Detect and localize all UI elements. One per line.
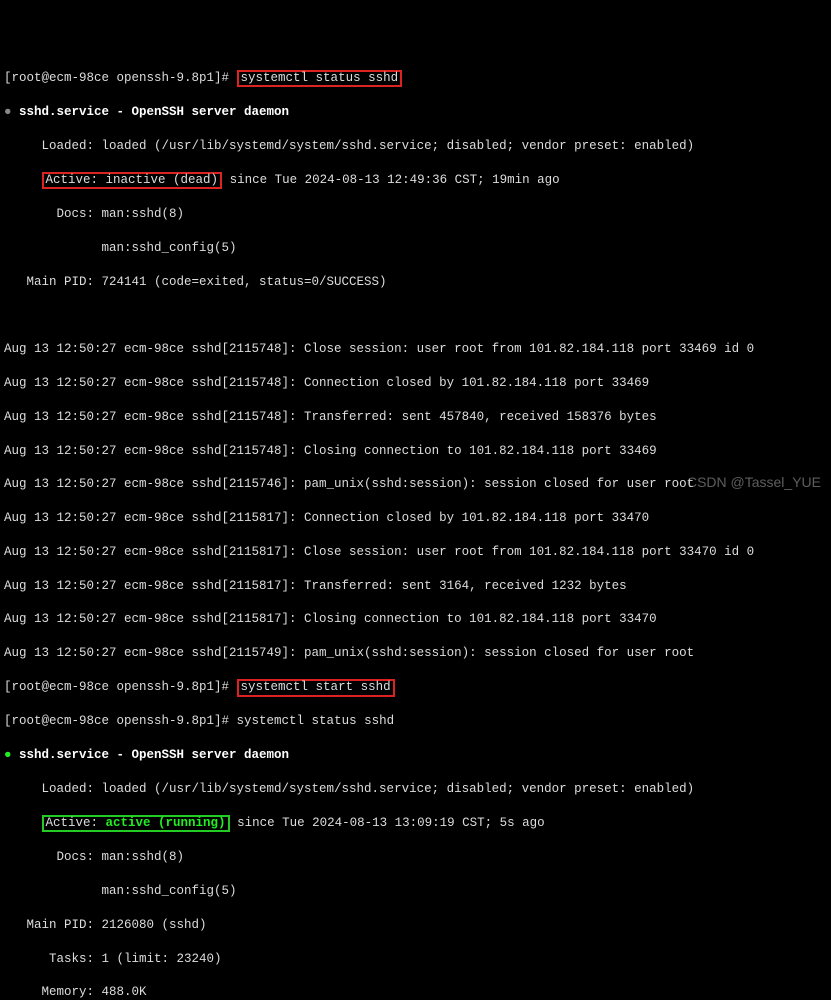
bullet-icon: ● xyxy=(4,105,19,119)
highlighted-active-running: Active: active (running) xyxy=(42,815,230,833)
highlighted-command-status: systemctl status sshd xyxy=(237,70,403,88)
log-line: Aug 13 12:50:27 ecm-98ce sshd[2115817]: … xyxy=(4,611,827,628)
log-line: Aug 13 12:50:27 ecm-98ce sshd[2115748]: … xyxy=(4,409,827,426)
tasks-line-2: Tasks: 1 (limit: 23240) xyxy=(4,951,827,968)
prompt-line-3: [root@ecm-98ce openssh-9.8p1]# systemctl… xyxy=(4,713,827,730)
active-state-dead: inactive (dead) xyxy=(106,173,219,187)
prompt-text: [root@ecm-98ce openssh-9.8p1]# xyxy=(4,71,237,85)
active-state-running: (running) xyxy=(151,816,226,830)
mainpid-line-1: Main PID: 724141 (code=exited, status=0/… xyxy=(4,274,827,291)
active-since: since Tue 2024-08-13 13:09:19 CST; 5s ag… xyxy=(230,816,545,830)
active-since: since Tue 2024-08-13 12:49:36 CST; 19min… xyxy=(222,173,560,187)
log-line: Aug 13 12:50:27 ecm-98ce sshd[2115749]: … xyxy=(4,645,827,662)
mainpid-line-2: Main PID: 2126080 (sshd) xyxy=(4,917,827,934)
highlighted-command-start: systemctl start sshd xyxy=(237,679,395,697)
blank-line-1 xyxy=(4,308,827,325)
command-text: systemctl status sshd xyxy=(241,71,399,85)
memory-line-2: Memory: 488.0K xyxy=(4,984,827,1000)
active-line-2: Active: active (running) since Tue 2024-… xyxy=(4,815,827,833)
prompt-text: [root@ecm-98ce openssh-9.8p1]# xyxy=(4,680,237,694)
bullet-icon: ● xyxy=(4,748,19,762)
service-title: sshd.service - OpenSSH server daemon xyxy=(19,748,289,762)
docs-line-1a: Docs: man:sshd(8) xyxy=(4,206,827,223)
active-label: Active: xyxy=(46,173,106,187)
service-title: sshd.service - OpenSSH server daemon xyxy=(19,105,289,119)
docs-line-1b: man:sshd_config(5) xyxy=(4,240,827,257)
prompt-line-1: [root@ecm-98ce openssh-9.8p1]# systemctl… xyxy=(4,70,827,88)
loaded-line-1: Loaded: loaded (/usr/lib/systemd/system/… xyxy=(4,138,827,155)
command-text: systemctl status sshd xyxy=(237,714,395,728)
active-label: Active: xyxy=(46,816,106,830)
prompt-line-2: [root@ecm-98ce openssh-9.8p1]# systemctl… xyxy=(4,679,827,697)
log-line: Aug 13 12:50:27 ecm-98ce sshd[2115817]: … xyxy=(4,510,827,527)
highlighted-active-inactive: Active: inactive (dead) xyxy=(42,172,223,190)
service-header-1: ● sshd.service - OpenSSH server daemon xyxy=(4,104,827,121)
log-line: Aug 13 12:50:27 ecm-98ce sshd[2115748]: … xyxy=(4,375,827,392)
indent xyxy=(4,816,42,830)
command-text: systemctl start sshd xyxy=(241,680,391,694)
active-line-1: Active: inactive (dead) since Tue 2024-0… xyxy=(4,172,827,190)
active-state-active: active xyxy=(106,816,151,830)
docs-line-2b: man:sshd_config(5) xyxy=(4,883,827,900)
prompt-text: [root@ecm-98ce openssh-9.8p1]# xyxy=(4,714,237,728)
loaded-line-2: Loaded: loaded (/usr/lib/systemd/system/… xyxy=(4,781,827,798)
service-header-2: ● sshd.service - OpenSSH server daemon xyxy=(4,747,827,764)
log-line: Aug 13 12:50:27 ecm-98ce sshd[2115748]: … xyxy=(4,341,827,358)
watermark-text: CSDN @Tassel_YUE xyxy=(687,473,821,492)
indent xyxy=(4,173,42,187)
log-line: Aug 13 12:50:27 ecm-98ce sshd[2115817]: … xyxy=(4,578,827,595)
log-line: Aug 13 12:50:27 ecm-98ce sshd[2115817]: … xyxy=(4,544,827,561)
docs-line-2a: Docs: man:sshd(8) xyxy=(4,849,827,866)
log-line: Aug 13 12:50:27 ecm-98ce sshd[2115748]: … xyxy=(4,443,827,460)
